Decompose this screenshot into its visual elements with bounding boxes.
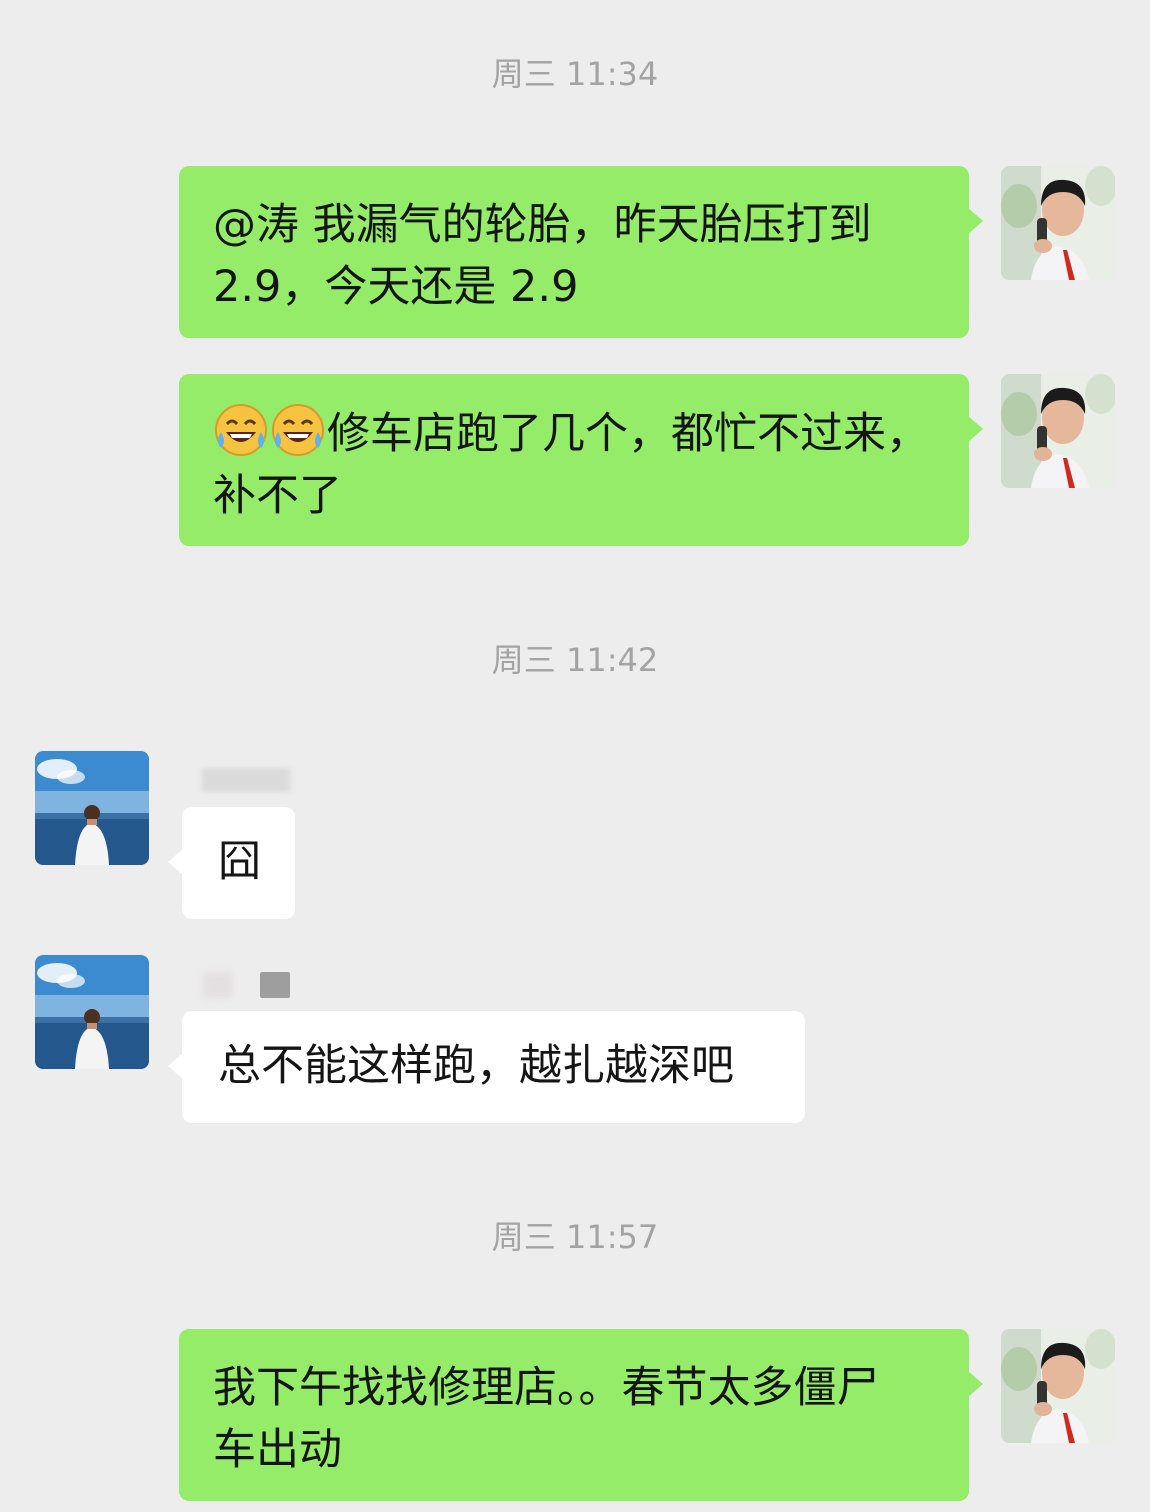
message-text: 囧 — [218, 837, 261, 887]
message-text-line: 2.9，今天还是 2.9 — [213, 262, 579, 312]
message-bubble-incoming[interactable]: 总不能这样跑，越扎越深吧 — [168, 1011, 805, 1123]
chat-area[interactable]: 周三 11:34 @涛 我漏气的轮胎，昨天胎压打到 2.9，今天还是 2.9 修… — [0, 0, 1150, 1512]
message-text-line: 补不了 — [213, 471, 342, 521]
face-with-tears-of-joy-icon — [213, 402, 269, 458]
message-text: 修车店跑了几个，都忙不过来， — [327, 409, 929, 459]
message-bubble-incoming[interactable]: 囧 — [168, 807, 295, 919]
timestamp: 周三 11:57 — [491, 1218, 659, 1256]
message-text: 总不能这样跑，越扎越深吧 — [218, 1041, 734, 1091]
avatar-man-on-phone-icon[interactable] — [1001, 1329, 1115, 1443]
message-text-line: 修车店跑了几个，都忙不过来， — [213, 402, 937, 465]
timestamp: 周三 11:34 — [491, 55, 659, 93]
message-text-line: @涛 我漏气的轮胎，昨天胎压打到 — [213, 200, 872, 250]
message-text-line: 车出动 — [213, 1425, 342, 1475]
avatar-man-by-sea-icon[interactable] — [35, 751, 149, 865]
face-with-tears-of-joy-icon — [270, 402, 326, 458]
avatar-man-on-phone-icon[interactable] — [1001, 166, 1115, 280]
sender-name-redacted — [203, 972, 233, 998]
message-bubble-outgoing[interactable]: 修车店跑了几个，都忙不过来， 补不了 — [179, 374, 983, 546]
message-bubble-outgoing[interactable]: @涛 我漏气的轮胎，昨天胎压打到 2.9，今天还是 2.9 — [179, 166, 983, 338]
sender-name-redacted — [202, 768, 290, 792]
message-text-line: 我下午找找修理店。。春节太多僵尸 — [213, 1363, 880, 1413]
message-bubble-outgoing[interactable]: 我下午找找修理店。。春节太多僵尸 车出动 — [179, 1329, 983, 1501]
timestamp: 周三 11:42 — [491, 641, 659, 679]
avatar-man-on-phone-icon[interactable] — [1001, 374, 1115, 488]
sender-name-redacted — [260, 972, 290, 998]
avatar-man-by-sea-icon[interactable] — [35, 955, 149, 1069]
